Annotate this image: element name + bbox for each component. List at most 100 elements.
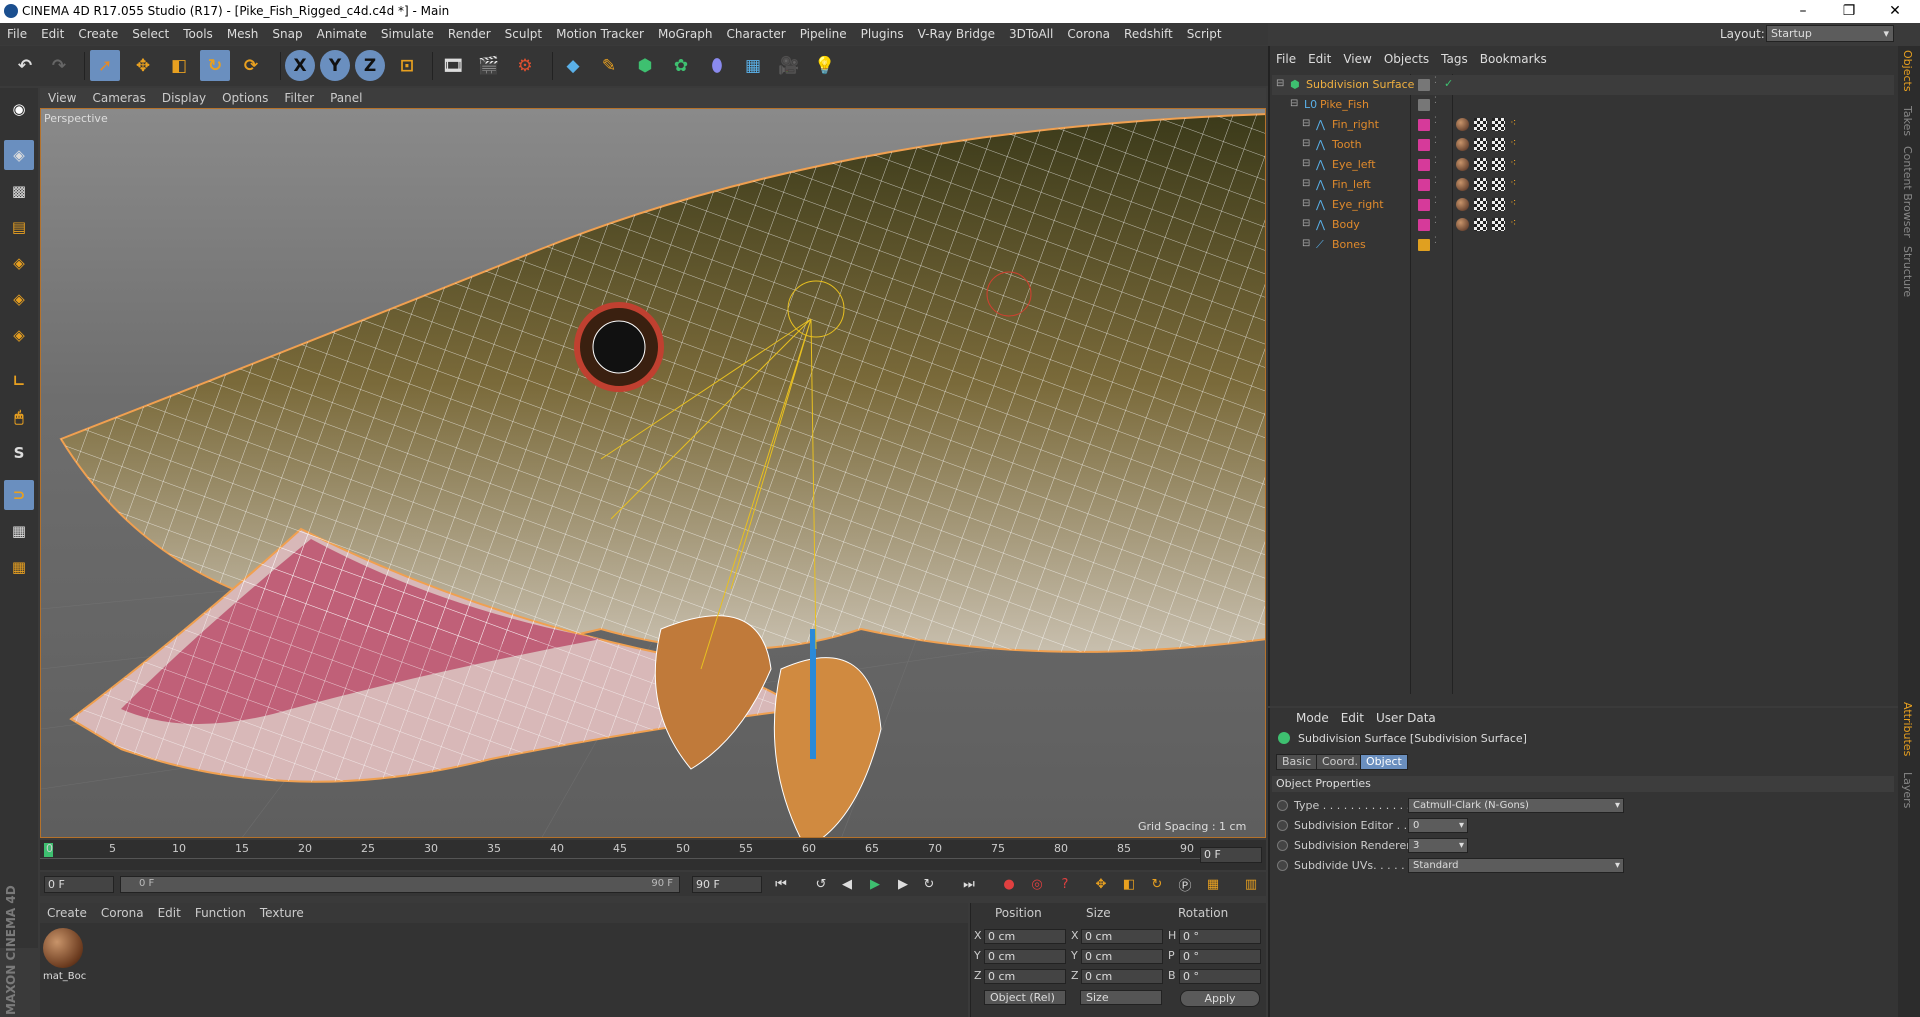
y-axis-lock-icon[interactable]: Y: [320, 50, 350, 81]
object-row-eye-left[interactable]: ⊟ ⋀ Eye_left ⁚ ⁖: [1272, 155, 1894, 175]
object-menu-tags[interactable]: Tags: [1435, 50, 1474, 68]
menu-mograph[interactable]: MoGraph: [651, 23, 720, 45]
material-tag-icon[interactable]: [1456, 218, 1469, 231]
weight-tag-icon[interactable]: ⁖: [1510, 136, 1516, 149]
viewport-menu-display[interactable]: Display: [154, 88, 214, 108]
expand-icon[interactable]: ⊟: [1302, 198, 1310, 209]
c4d-mode-icon[interactable]: ◉: [4, 94, 34, 124]
layer-color-swatch[interactable]: [1418, 159, 1430, 171]
locked-workplane-icon[interactable]: ▦: [4, 552, 34, 582]
side-tab-layers[interactable]: Layers: [1901, 772, 1914, 808]
object-name[interactable]: Eye_right: [1332, 198, 1384, 211]
pla-key-icon[interactable]: ▦: [1202, 873, 1224, 895]
visibility-dots-icon[interactable]: ⁚: [1434, 96, 1437, 106]
rotation-field[interactable]: 0 °: [1179, 929, 1261, 944]
current-frame-field[interactable]: 0 F: [1200, 847, 1262, 863]
cube-icon[interactable]: ◆: [558, 50, 588, 81]
menu-select[interactable]: Select: [125, 23, 176, 45]
object-row-fin-left[interactable]: ⊟ ⋀ Fin_left ⁚ ⁖: [1272, 175, 1894, 195]
uvw-tag-icon[interactable]: [1492, 218, 1505, 231]
material-tag-icon[interactable]: [1456, 178, 1469, 191]
deformer-icon[interactable]: ⬮: [702, 50, 732, 81]
object-name[interactable]: Pike_Fish: [1320, 98, 1369, 111]
menu-corona[interactable]: Corona: [1060, 23, 1117, 45]
menu-animate[interactable]: Animate: [310, 23, 374, 45]
cloner-icon[interactable]: ✿: [666, 50, 696, 81]
recent-tool-icon[interactable]: ⟳: [236, 50, 266, 81]
object-menu-file[interactable]: File: [1270, 50, 1302, 68]
menu-snap[interactable]: Snap: [265, 23, 309, 45]
axis-mode-icon[interactable]: ∟: [4, 366, 34, 396]
menu-file[interactable]: File: [0, 23, 34, 45]
object-menu-bookmarks[interactable]: Bookmarks: [1474, 50, 1553, 68]
previous-frame-icon[interactable]: ◀: [836, 873, 858, 895]
weight-tag-icon[interactable]: ⁖: [1510, 196, 1516, 209]
texture-mode-icon[interactable]: ▩: [4, 176, 34, 206]
material-tag-icon[interactable]: [1456, 198, 1469, 211]
visibility-dots-icon[interactable]: ⁚: [1434, 216, 1437, 226]
apply-button[interactable]: Apply: [1180, 990, 1260, 1007]
go-to-end-icon[interactable]: ⏭: [958, 873, 980, 895]
uvw-tag-icon[interactable]: [1492, 198, 1505, 211]
start-frame-field[interactable]: 0 F: [44, 876, 114, 893]
position-field[interactable]: 0 cm: [984, 969, 1066, 984]
material-tag-icon[interactable]: [1456, 158, 1469, 171]
menu-3dtoall[interactable]: 3DToAll: [1002, 23, 1060, 45]
restore-button[interactable]: ❐: [1826, 0, 1872, 23]
scale-key-icon[interactable]: ◧: [1118, 873, 1140, 895]
move-tool-icon[interactable]: ✥: [128, 50, 158, 81]
camera-icon[interactable]: 🎥: [774, 50, 804, 81]
texture-tag-icon[interactable]: [1474, 158, 1487, 171]
layout-select[interactable]: Startup: [1766, 25, 1894, 42]
object-row-subdivision-surface[interactable]: ⊟ ⬢ Subdivision Surface ⁚ ✓: [1272, 75, 1894, 95]
select-tool-icon[interactable]: ➚: [90, 50, 120, 81]
expand-icon[interactable]: ⊟: [1302, 138, 1310, 149]
side-tab-content-browser[interactable]: Content Browser: [1901, 146, 1914, 238]
visibility-dots-icon[interactable]: ⁚: [1434, 136, 1437, 146]
object-name[interactable]: Subdivision Surface: [1306, 78, 1414, 91]
size-field[interactable]: 0 cm: [1081, 929, 1163, 944]
weight-tag-icon[interactable]: ⁖: [1510, 116, 1516, 129]
viewport-render[interactable]: [41, 109, 1266, 838]
material-menu-edit[interactable]: Edit: [151, 903, 188, 923]
side-tab-objects[interactable]: Objects: [1901, 50, 1914, 92]
keyframe-selection-icon[interactable]: ?: [1054, 873, 1076, 895]
visibility-dots-icon[interactable]: ⁚: [1434, 76, 1437, 86]
material-tag-icon[interactable]: [1456, 138, 1469, 151]
viewport-menu-cameras[interactable]: Cameras: [84, 88, 153, 108]
menu-render[interactable]: Render: [441, 23, 498, 45]
animate-radio[interactable]: [1277, 820, 1288, 831]
object-row-eye-right[interactable]: ⊟ ⋀ Eye_right ⁚ ⁖: [1272, 195, 1894, 215]
x-axis-lock-icon[interactable]: X: [285, 50, 315, 81]
animate-radio[interactable]: [1277, 840, 1288, 851]
menu-redshift[interactable]: Redshift: [1117, 23, 1180, 45]
size-mode-select[interactable]: Size: [1080, 990, 1162, 1005]
next-frame-icon[interactable]: ▶: [892, 873, 914, 895]
animate-radio[interactable]: [1277, 800, 1288, 811]
layer-color-swatch[interactable]: [1418, 199, 1430, 211]
next-key-icon[interactable]: ↻: [918, 873, 940, 895]
render-picture-viewer-icon[interactable]: 🎬: [474, 50, 504, 81]
rotation-field[interactable]: 0 °: [1179, 969, 1261, 984]
texture-tag-icon[interactable]: [1474, 218, 1487, 231]
coordinate-mode-select[interactable]: Object (Rel): [984, 990, 1066, 1005]
subdivision-surface-icon[interactable]: ⬢: [630, 50, 660, 81]
solo-mode-icon[interactable]: S: [4, 438, 34, 468]
uvw-tag-icon[interactable]: [1492, 158, 1505, 171]
texture-tag-icon[interactable]: [1474, 198, 1487, 211]
side-tab-attributes[interactable]: Attributes: [1901, 702, 1914, 756]
frame-range-slider[interactable]: 0 F 90 F: [120, 876, 680, 893]
play-icon[interactable]: ▶: [864, 873, 886, 895]
menu-edit[interactable]: Edit: [34, 23, 71, 45]
light-icon[interactable]: 💡: [810, 50, 840, 81]
weight-tag-icon[interactable]: ⁖: [1510, 176, 1516, 189]
scale-tool-icon[interactable]: ◧: [164, 50, 194, 81]
material-menu-function[interactable]: Function: [188, 903, 253, 923]
weight-tag-icon[interactable]: ⁖: [1510, 216, 1516, 229]
autokeying-icon[interactable]: ◎: [1026, 873, 1048, 895]
menu-v-ray-bridge[interactable]: V-Ray Bridge: [911, 23, 1002, 45]
minimize-button[interactable]: –: [1780, 0, 1826, 23]
previous-key-icon[interactable]: ↺: [810, 873, 832, 895]
points-mode-icon[interactable]: ◈: [4, 248, 34, 278]
layer-color-swatch[interactable]: [1418, 179, 1430, 191]
